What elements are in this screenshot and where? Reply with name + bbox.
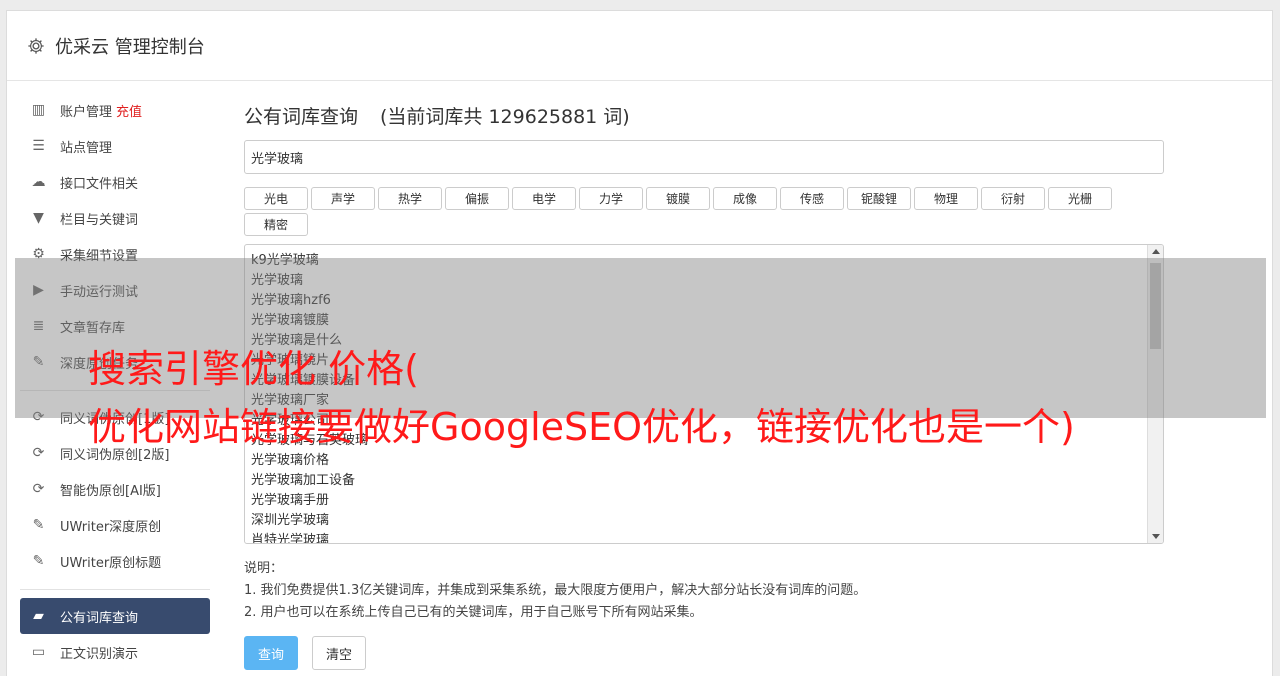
panel-header: 优采云 管理控制台	[7, 11, 1272, 81]
tag-button[interactable]: 物理	[914, 187, 978, 210]
sidebar-item-label: UWriter原创标题	[60, 555, 162, 571]
tag-list: 光电 声学 热学 偏振 电学 力学 镀膜 成像 传感 铌酸锂 物理 衍射 光栅精密	[244, 187, 1124, 236]
scroll-down-icon[interactable]	[1152, 534, 1160, 539]
list-item[interactable]: 深圳光学玻璃	[251, 511, 1157, 531]
edit-icon: ✎	[32, 517, 45, 533]
tag-button[interactable]: 热学	[378, 187, 442, 210]
tag-button[interactable]: 声学	[311, 187, 375, 210]
sidebar-item-label: 栏目与关键词	[60, 212, 139, 228]
edit-icon: ✎	[32, 553, 45, 569]
tag-button[interactable]: 光电	[244, 187, 308, 210]
tag-button[interactable]: 传感	[780, 187, 844, 210]
sidebar-item-label: 站点管理	[60, 140, 113, 156]
sidebar-item[interactable]: ▼ 栏目与关键词	[20, 200, 210, 236]
scroll-up-icon[interactable]	[1152, 249, 1160, 254]
tag-button[interactable]: 铌酸锂	[847, 187, 911, 210]
sidebar-item-label: 智能伪原创[AI版]	[60, 483, 161, 499]
sidebar-item[interactable]: ✎ UWriter原创标题	[20, 543, 210, 579]
overlay-line-2: 优化网站链接要做好GoogleSEO优化，链接优化也是一个)	[88, 405, 1075, 449]
sidebar-item[interactable]: ☰ 站点管理	[20, 128, 210, 164]
list-item[interactable]: 光学玻璃手册	[251, 491, 1157, 511]
section-heading: 公有词库查询 (当前词库共 129625881 词)	[244, 102, 1164, 130]
actions: 查询 清空	[244, 636, 1164, 670]
sidebar-item-label: 账户管理	[60, 104, 113, 120]
query-button[interactable]: 查询	[244, 636, 298, 670]
sidebar-divider	[20, 589, 210, 590]
sidebar-item[interactable]: ▭ 正文识别演示	[20, 634, 210, 670]
search-input[interactable]: 光学玻璃	[244, 140, 1164, 174]
refresh-icon: ⟳	[32, 445, 45, 461]
sidebar-item-label: 公有词库查询	[60, 610, 139, 626]
refresh-icon: ⟳	[32, 481, 45, 497]
heading-title: 公有词库查询	[244, 106, 359, 128]
tag-button[interactable]: 力学	[579, 187, 643, 210]
tag-button[interactable]: 光栅	[1048, 187, 1112, 210]
monitor-icon: ▭	[31, 644, 46, 660]
tag-button[interactable]: 成像	[713, 187, 777, 210]
overlay-line-1: 搜索引擎优化 价格(	[88, 347, 419, 391]
sidebar-item-label: 接口文件相关	[60, 176, 139, 192]
recharge-link[interactable]: 充值	[116, 101, 142, 120]
overlay-caption: 搜索引擎优化 价格( 优化网站链接要做好GoogleSEO优化，链接优化也是一个…	[88, 340, 1075, 456]
tag-button[interactable]: 镀膜	[646, 187, 710, 210]
server-icon: ☰	[32, 138, 45, 154]
sidebar-item[interactable]: ☁ 接口文件相关	[20, 164, 210, 200]
note-line: 2. 用户也可以在系统上传自己已有的关键词库，用于自己账号下所有网站采集。	[244, 605, 703, 620]
page-title: 优采云 管理控制台	[55, 36, 205, 58]
list-item[interactable]: 光学玻璃加工设备	[251, 471, 1157, 491]
notes-title: 说明：	[244, 561, 284, 576]
sidebar-item[interactable]: ⟳ 智能伪原创[AI版]	[20, 471, 210, 507]
word-count: (当前词库共 129625881 词)	[380, 106, 630, 128]
tag-button[interactable]: 精密	[244, 213, 308, 236]
note-line: 1. 我们免费提供1.3亿关键词库，并集成到采集系统，最大限度方便用户，解决大部…	[244, 583, 867, 598]
tag-button[interactable]: 偏振	[445, 187, 509, 210]
tag-button[interactable]: 电学	[512, 187, 576, 210]
list-item[interactable]: 肖特光学玻璃	[251, 531, 1157, 543]
sidebar-item[interactable]: ▥ 账户管理 充值	[20, 92, 210, 128]
tag-button[interactable]: 衍射	[981, 187, 1045, 210]
book-icon: ▰	[33, 608, 44, 624]
notes: 说明： 1. 我们免费提供1.3亿关键词库，并集成到采集系统，最大限度方便用户，…	[244, 558, 1164, 624]
sidebar-item-label: 正文识别演示	[60, 646, 139, 662]
gear-icon	[28, 37, 44, 54]
sidebar-item[interactable]: ▰ 公有词库查询	[20, 598, 210, 634]
clear-button[interactable]: 清空	[312, 636, 366, 670]
sidebar-item-label: UWriter深度原创	[60, 519, 162, 535]
sidebar-item[interactable]: ✎ UWriter深度原创	[20, 507, 210, 543]
cloud-upload-icon: ☁	[31, 174, 46, 190]
filter-icon: ▼	[33, 210, 44, 226]
bar-chart-icon: ▥	[31, 102, 46, 118]
